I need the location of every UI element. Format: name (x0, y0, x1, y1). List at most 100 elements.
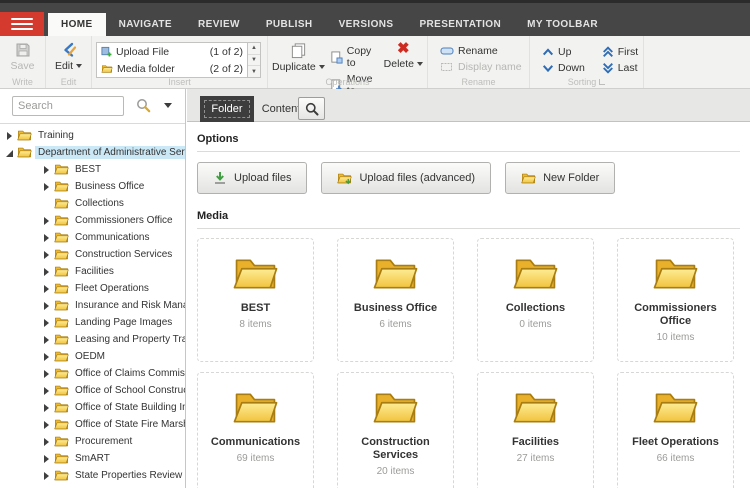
tree-toggle-icon[interactable] (5, 148, 15, 158)
tree-item-label: Business Office (72, 180, 147, 193)
search-icon[interactable] (136, 98, 151, 118)
tab-folder[interactable]: Folder (200, 96, 254, 122)
tree-item[interactable]: Office of Claims Commissioner (0, 365, 185, 382)
tree-toggle-icon[interactable] (42, 437, 52, 447)
edit-button[interactable]: Edit (50, 40, 87, 72)
tree-item-label: OEDM (72, 350, 108, 363)
content-search-button[interactable] (298, 97, 325, 120)
tree-item[interactable]: Business Office (0, 178, 185, 195)
tree-item[interactable]: Procurement (0, 433, 185, 450)
tree-toggle-icon[interactable] (42, 386, 52, 396)
media-folder-tile[interactable]: Construction Services 20 items (337, 372, 454, 488)
new-folder-button[interactable]: New Folder (505, 162, 615, 194)
media-folder-tile[interactable]: Communications 69 items (197, 372, 314, 488)
tree-item[interactable]: Insurance and Risk Management (0, 297, 185, 314)
folder-icon (54, 384, 69, 397)
tree-toggle-icon[interactable] (42, 352, 52, 362)
hamburger-menu-button[interactable] (0, 12, 44, 36)
tab-review[interactable]: REVIEW (185, 13, 253, 36)
upload-files-advanced-button[interactable]: Upload files (advanced) (321, 162, 491, 194)
tree-toggle-icon[interactable] (42, 182, 52, 192)
tab-publish[interactable]: PUBLISH (253, 13, 326, 36)
tab-versions[interactable]: VERSIONS (326, 13, 407, 36)
tree-item[interactable]: Office of School Construction Grants (0, 382, 185, 399)
rename-button[interactable]: Rename (440, 45, 525, 57)
tree-item-label: Procurement (72, 435, 135, 448)
tree-toggle-icon[interactable] (42, 165, 52, 175)
media-folder-name: BEST (241, 302, 270, 315)
tree-item[interactable]: Training (0, 127, 185, 144)
tab-presentation[interactable]: PRESENTATION (406, 13, 514, 36)
tree-toggle-icon[interactable] (42, 267, 52, 277)
topbar-tabs: HOME NAVIGATE REVIEW PUBLISH VERSIONS PR… (48, 13, 611, 36)
double-chevron-down-icon (602, 62, 614, 74)
tree-item[interactable]: Fleet Operations (0, 280, 185, 297)
tree-item[interactable]: Landing Page Images (0, 314, 185, 331)
tree-item[interactable]: Facilities (0, 263, 185, 280)
insert-item-label: Upload File (116, 46, 169, 58)
tree-toggle-icon[interactable] (42, 284, 52, 294)
main-panel: Folder Content Options Upload files (187, 89, 750, 488)
sort-first-button[interactable]: First (602, 46, 639, 58)
duplicate-icon (290, 42, 307, 59)
tree-toggle-icon[interactable] (42, 216, 52, 226)
content-tabbar: Folder Content (187, 89, 750, 122)
tree-toggle-icon[interactable] (42, 199, 52, 209)
upload-icon (213, 171, 227, 185)
tree-item[interactable]: Office of State Building Inspector (0, 399, 185, 416)
media-folder-tile[interactable]: Business Office 6 items (337, 238, 454, 362)
tree-item[interactable]: Commissioners Office (0, 212, 185, 229)
folder-icon (54, 418, 69, 431)
media-folder-name: Collections (506, 302, 565, 315)
ribbon-toolbar: Save Write Edit Edit Upload (0, 36, 750, 89)
media-folder-tile[interactable]: Facilities 27 items (477, 372, 594, 488)
tree-item[interactable]: OEDM (0, 348, 185, 365)
sort-down-button[interactable]: Down (542, 62, 586, 74)
gallery-more-icon[interactable]: ▼ (248, 66, 260, 77)
tree-item[interactable]: Leasing and Property Transfer (0, 331, 185, 348)
insert-upload-file[interactable]: Upload File (1 of 2) (97, 43, 247, 60)
save-button[interactable]: Save (4, 40, 41, 72)
sort-last-button[interactable]: Last (602, 62, 639, 74)
tree-toggle-icon[interactable] (42, 318, 52, 328)
display-name-icon (440, 62, 454, 72)
gallery-scroll-up-icon[interactable]: ▲ (248, 43, 260, 55)
tree-item[interactable]: Collections (0, 195, 185, 212)
folder-icon (54, 282, 69, 295)
tree-item[interactable]: BEST (0, 161, 185, 178)
folder-icon (17, 129, 32, 142)
tree-item[interactable]: Construction Services (0, 246, 185, 263)
tree-toggle-icon[interactable] (42, 420, 52, 430)
tab-navigate[interactable]: NAVIGATE (106, 13, 185, 36)
tree-item[interactable]: Communications (0, 229, 185, 246)
tree-item[interactable]: Office of State Fire Marshal (0, 416, 185, 433)
sort-up-button[interactable]: Up (542, 46, 586, 58)
ribbon-group-insert: Upload File (1 of 2) Media folder (2 of … (92, 36, 268, 88)
media-folder-tile[interactable]: Collections 0 items (477, 238, 594, 362)
insert-media-folder[interactable]: Media folder (2 of 2) (97, 60, 247, 77)
tree-toggle-icon[interactable] (42, 471, 52, 481)
media-folder-tile[interactable]: Fleet Operations 66 items (617, 372, 734, 488)
tree-toggle-icon[interactable] (42, 335, 52, 345)
tab-my-toolbar[interactable]: MY TOOLBAR (514, 13, 611, 36)
display-name-button[interactable]: Display name (440, 61, 525, 73)
tree-toggle-icon[interactable] (5, 131, 15, 141)
tree-toggle-icon[interactable] (42, 454, 52, 464)
tree-toggle-icon[interactable] (42, 301, 52, 311)
copy-to-button[interactable]: Copy to (330, 45, 379, 69)
gallery-scroll-down-icon[interactable]: ▼ (248, 55, 260, 67)
dialog-launcher-icon[interactable] (599, 79, 605, 85)
media-folder-tile[interactable]: BEST 8 items (197, 238, 314, 362)
tree-toggle-icon[interactable] (42, 250, 52, 260)
tree-toggle-icon[interactable] (42, 233, 52, 243)
tree-item[interactable]: State Properties Review Board (0, 467, 185, 484)
search-options-dropdown-icon[interactable] (164, 103, 172, 108)
tree-toggle-icon[interactable] (42, 403, 52, 413)
tab-home[interactable]: HOME (48, 13, 106, 36)
tree-item[interactable]: Department of Administrative Services (0, 144, 185, 161)
media-folder-tile[interactable]: Commissioners Office 10 items (617, 238, 734, 362)
search-input[interactable] (12, 96, 124, 116)
tree-toggle-icon[interactable] (42, 369, 52, 379)
tree-item[interactable]: SmART (0, 450, 185, 467)
upload-files-button[interactable]: Upload files (197, 162, 307, 194)
